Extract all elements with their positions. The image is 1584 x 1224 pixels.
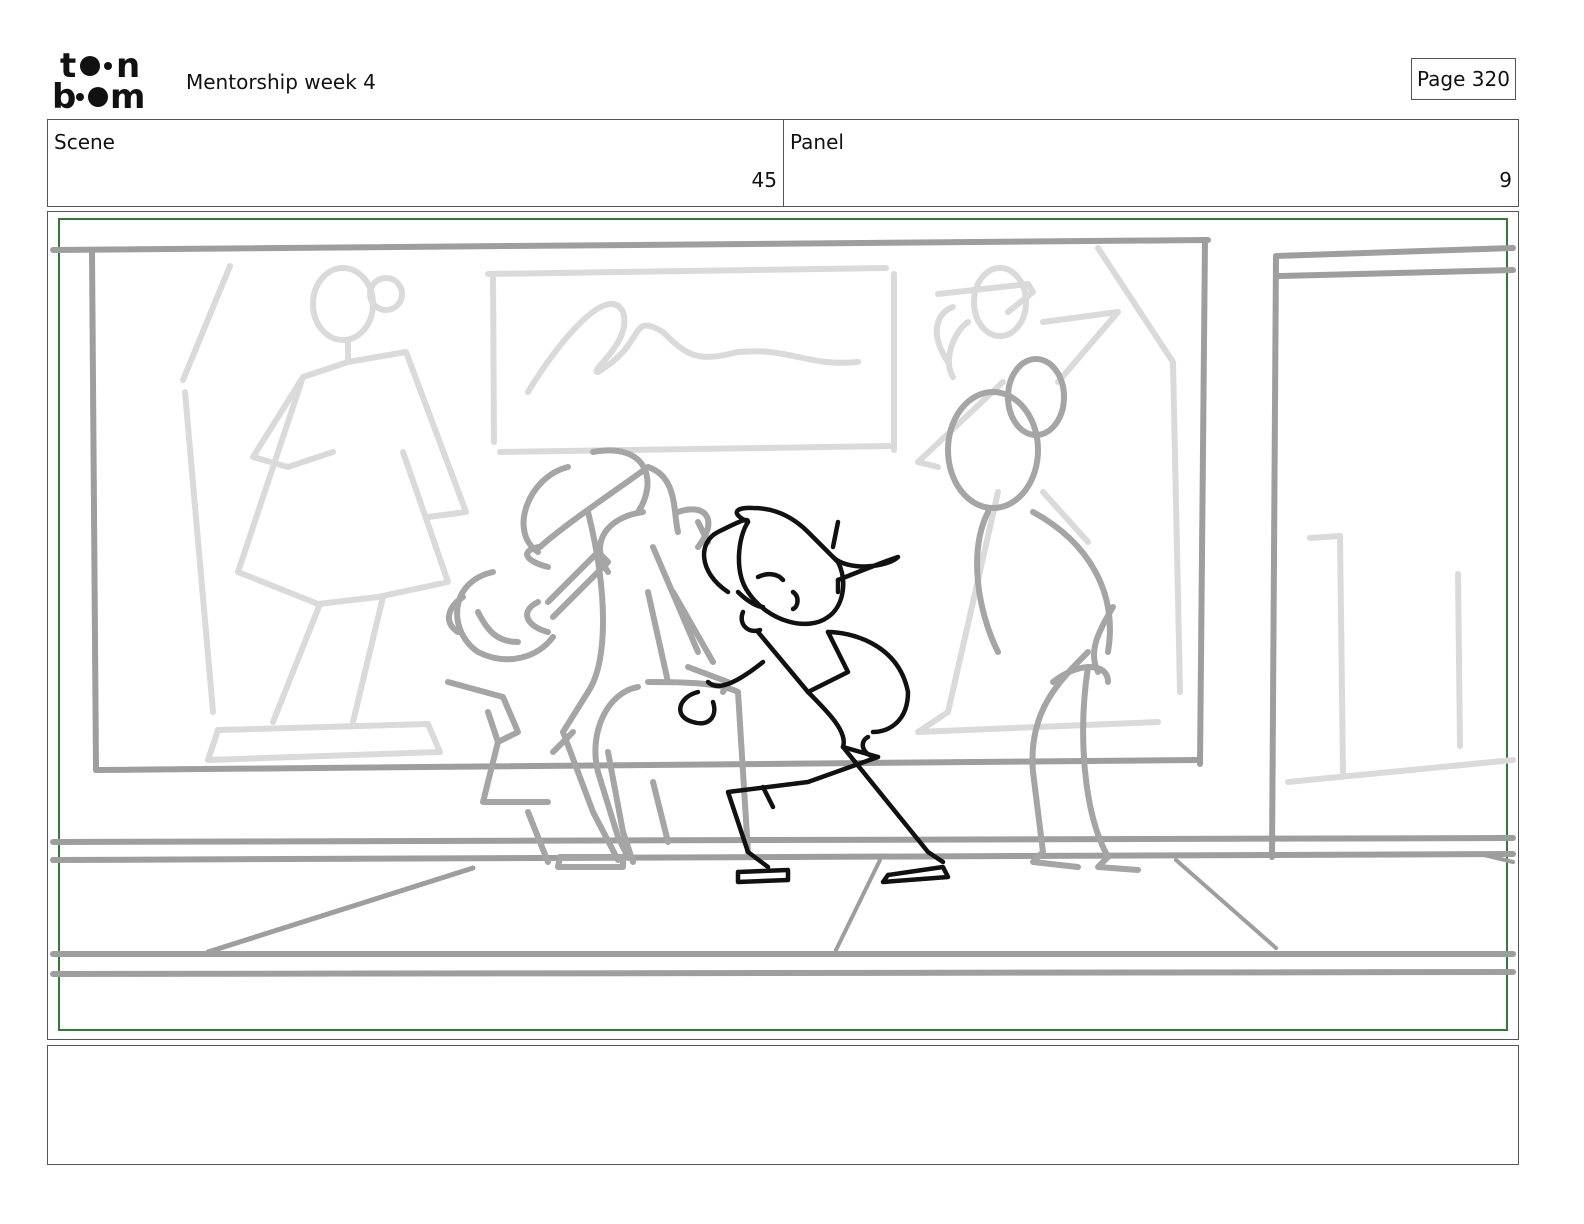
notes-box [47, 1045, 1519, 1165]
scene-number: 45 [751, 168, 777, 192]
document-title: Mentorship week 4 [186, 70, 376, 94]
storyboard-panel-frame [47, 211, 1519, 1040]
panel-box: Panel 9 [783, 119, 1519, 207]
panel-number: 9 [1499, 168, 1512, 192]
shop-window-background [50, 237, 1516, 977]
storyboard-sketch [50, 218, 1516, 1031]
scene-box: Scene 45 [47, 119, 784, 207]
mannequin-sketches [180, 245, 1516, 785]
panel-label: Panel [790, 130, 844, 154]
safe-frame [58, 218, 1508, 1031]
toon-boom-logo: t n b m [52, 50, 145, 112]
scene-label: Scene [54, 130, 115, 154]
foreground-character [678, 505, 951, 885]
background-characters [445, 356, 1141, 873]
svg-text:b: b [52, 77, 76, 112]
svg-text:m: m [110, 77, 145, 112]
page-number: Page 320 [1411, 58, 1516, 100]
